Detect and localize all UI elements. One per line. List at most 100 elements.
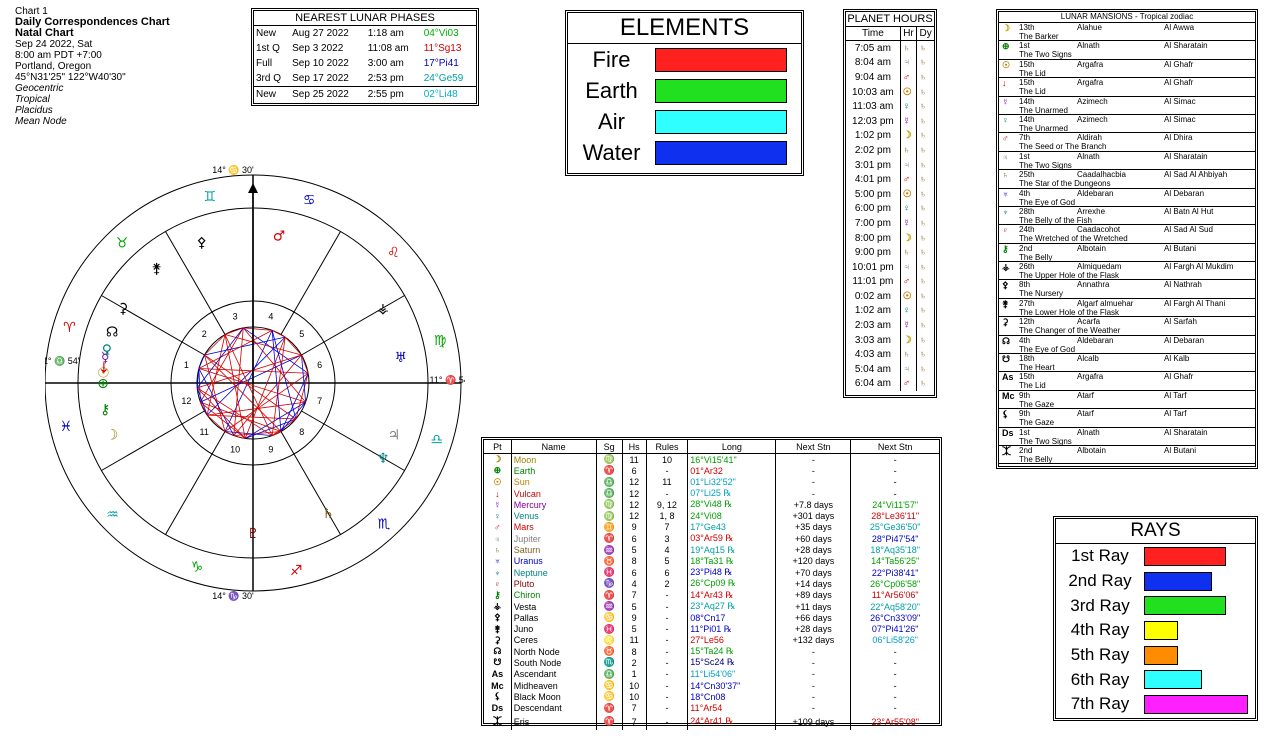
planet-rules: 11 [645, 476, 688, 488]
planet-next-station-days: +109 days [775, 713, 851, 730]
mansion-planet-icon: Ds [1002, 427, 1014, 438]
planet-name: Pallas [510, 612, 597, 624]
planet-house: 1 [621, 668, 647, 680]
mansion-name: Aldebaran [1077, 335, 1114, 345]
planet-longitude: 15°Ta24 ℞ [687, 646, 776, 658]
planet-glyph-icon: ♆ [493, 567, 501, 578]
planet-longitude: 14°Cn30'37" [687, 679, 776, 692]
mansion-row: ♂ 7th Aldirah Al Dhira The Seed or The Branc… [999, 133, 1255, 152]
planet-next-station-days: - [775, 657, 851, 669]
planets-panel: Pt Name Sg Hs Rules Long Next Stn Next Stn ☽ Moo… [481, 437, 942, 730]
ray-name: 5th Ray [1070, 645, 1130, 665]
mansion-row: ♀ 14th Azimech Al Simac The Unarmed [999, 115, 1255, 134]
element-name: Air [598, 108, 625, 134]
planet-sign-icon: ♒ [595, 600, 623, 613]
mansion-number: 4th [1019, 335, 1031, 345]
mansion-name: Alahue [1077, 23, 1102, 32]
elements-title: ELEMENTS [568, 13, 801, 44]
house-number: 3 [233, 311, 238, 321]
planet-name: Mercury [510, 499, 597, 511]
planet-house: 5 [621, 600, 647, 613]
planets-col-header: Name [510, 440, 597, 454]
lunar-date: Aug 27 2022 [292, 28, 349, 39]
zodiac-sign-icon: ♏ [378, 516, 391, 532]
day-planet-icon: ♄ [916, 113, 934, 129]
planet-rules: 4 [645, 544, 688, 556]
planet-glyph-icon: ♅ [493, 556, 501, 567]
mansion-planet-icon: Mc [1002, 390, 1015, 401]
mansion-planet-icon: ⚵ [1002, 298, 1009, 309]
element-name: Earth [585, 77, 638, 103]
planet-next-station-days: +301 days [775, 510, 851, 522]
mansion-arabic: Al Dhira [1164, 133, 1193, 143]
hour-planet-icon: ♃ [899, 55, 917, 71]
zodiac-sign-icon: ♉ [116, 236, 129, 252]
planet-glyph-icon: ☿ [493, 499, 501, 510]
planet-next-station-days: - [775, 453, 851, 466]
planet-sign-icon: ♍ [595, 510, 623, 522]
day-planet-icon: ♄ [916, 128, 934, 144]
mansion-arabic: Al Ghafr [1164, 372, 1194, 382]
planet-hour-row: 0:02 am ☉ ♄ [846, 289, 934, 304]
planet-glyph-icon: ☊ [493, 646, 502, 657]
mansion-planet-icon: ☉ [1002, 59, 1011, 70]
planet-glyph-icon: ☽ [493, 454, 502, 465]
mansion-name: Aldirah [1077, 133, 1102, 143]
planet-hour-row: 10:03 am ☉ ♄ [846, 84, 934, 100]
planet-hour-row: 1:02 pm ☽ ♄ [846, 128, 934, 144]
mansion-row: Ds 1st Alnath Al Sharatain The Two Signs [999, 428, 1255, 446]
ray-bar [1144, 694, 1248, 714]
planets-table: Pt Name Sg Hs Rules Long Next Stn Next Stn ☽ Moo… [484, 440, 939, 730]
planet-hour-row: 5:04 am ♃ ♄ [846, 362, 934, 377]
planet-rules: - [645, 634, 688, 647]
planet-house: 8 [621, 646, 647, 658]
planet-next-station-pos: 18°Aq35'18" [850, 544, 939, 556]
planet-sign-icon: ♈ [595, 533, 623, 545]
house-number: 2 [202, 329, 207, 339]
planet-name: Ceres [510, 634, 597, 647]
planets-col-header: Hs [621, 440, 647, 454]
mansion-meaning: The Seed or The Branch [1019, 142, 1107, 152]
hour-planet-icon: ☉ [899, 186, 917, 202]
hour-time: 11:03 am [852, 101, 894, 113]
planet-longitude: 26°Cp09 ℞ [687, 578, 776, 590]
mansion-number: 15th [1019, 372, 1035, 382]
mansion-number: 15th [1019, 59, 1035, 69]
element-name: Water [582, 139, 641, 165]
planet-name: Eris [510, 713, 597, 730]
planet-row: ⚸ Black Moon ♋ 10-18°Cn08- - [484, 691, 939, 703]
planet-house: 10 [621, 691, 647, 703]
planet-next-station-pos: 06°Li58'26" [850, 634, 939, 647]
col-time: Time [846, 27, 901, 41]
lunar-phase-row: 1st Q Sep 3 2022 11:08 am 11°Sg13 [254, 41, 476, 56]
planet-hour-row: 11:01 pm ♂ ♄ [846, 274, 934, 290]
planet-rules: - [645, 691, 688, 703]
mansion-meaning: The Wretched of the Wretched [1019, 234, 1128, 244]
lunar-phase-row: New Sep 25 2022 2:55 pm 02°Li48 [254, 86, 476, 102]
planet-house: 11 [621, 453, 647, 466]
planet-row: ⊕ Earth ♈ 6-01°Ar32- - [484, 465, 939, 477]
mansion-meaning: The Lid [1019, 87, 1046, 97]
planet-hour-row: 3:01 pm ♃ ♄ [846, 157, 934, 173]
planet-name: North Node [510, 646, 597, 658]
planet-hour-row: 6:00 pm ♀ ♄ [846, 201, 934, 217]
planet-name: Earth [510, 465, 597, 477]
mansion-planet-icon: ☊ [1002, 335, 1010, 346]
lunar-phases-panel: NEAREST LUNAR PHASES New Aug 27 2022 1:18 … [251, 8, 479, 106]
planet-hours-table: Time Hr Dy 7:05 am ♄ ♄ 8:04 am ♃ ♄ 9:04 am ♂ ♄ 10… [846, 27, 934, 392]
planet-next-station-days: +28 days [775, 544, 851, 556]
planet-next-station-pos: - [850, 453, 939, 466]
wheel-planet-icon: ♆ [377, 451, 390, 467]
ray-name: 7th Ray [1070, 694, 1130, 714]
house-number: 8 [299, 427, 304, 437]
planet-next-station-days: - [775, 668, 851, 680]
house-number: 5 [299, 329, 304, 339]
mansion-meaning: The Two Signs [1019, 50, 1072, 60]
planet-longitude: 03°Ar59 ℞ [687, 533, 776, 545]
wheel-planet-icon: ♇ [247, 526, 260, 542]
hour-time: 2:02 pm [854, 144, 891, 156]
planet-hour-row: 9:00 pm ♄ ♄ [846, 245, 934, 260]
ray-name: 6th Ray [1070, 669, 1130, 689]
mansion-planet-icon: As [1002, 372, 1014, 383]
planet-house: 12 [621, 476, 647, 488]
